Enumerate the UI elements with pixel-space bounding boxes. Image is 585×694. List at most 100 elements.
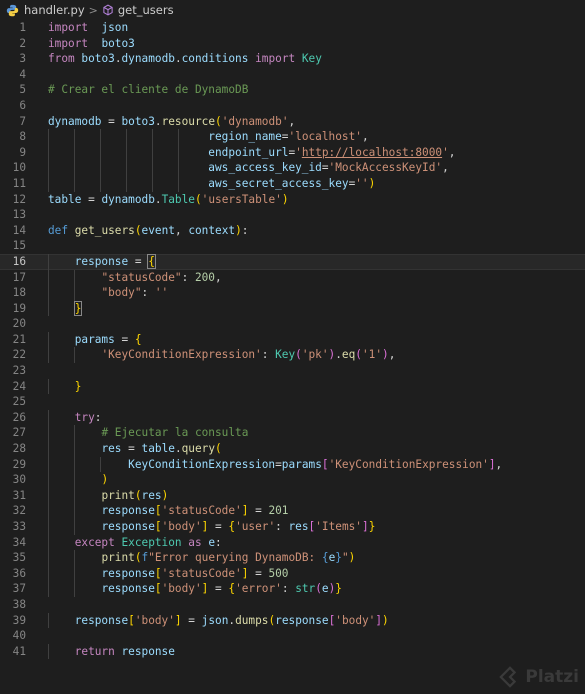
code-line[interactable]: 10 aws_access_key_id='MockAccessKeyId', — [0, 160, 585, 176]
code-line[interactable]: 41 return response — [0, 643, 585, 660]
code-line[interactable]: 27 # Ejecutar la consulta — [0, 425, 585, 442]
code-line[interactable]: 19 } — [0, 300, 585, 317]
code-text: table = dynamodb.Table('usersTable') — [48, 192, 289, 208]
code-text: import boto3 — [48, 36, 135, 52]
code-token: ( — [315, 582, 322, 596]
code-line[interactable]: 14 def get_users(event, context): — [0, 223, 585, 239]
python-file-icon — [6, 4, 19, 16]
code-line[interactable]: 4 — [0, 67, 585, 83]
code-line[interactable]: 15 — [0, 238, 585, 254]
breadcrumb-file[interactable]: handler.py — [24, 3, 85, 17]
code-line[interactable]: 22 'KeyConditionExpression': Key('pk').e… — [0, 347, 585, 364]
code-text: ) — [48, 472, 108, 488]
code-token: ( — [215, 442, 222, 456]
code-text: "body": '' — [48, 285, 168, 301]
code-token: " — [341, 551, 349, 565]
code-token: e — [321, 582, 329, 596]
code-line[interactable]: 39 response['body'] = json.dumps(respons… — [0, 612, 585, 629]
code-token: 201 — [268, 504, 289, 518]
code-line[interactable]: 24 } — [0, 378, 585, 395]
code-line[interactable]: 31 print(res) — [0, 487, 585, 504]
code-token: KeyConditionExpression — [128, 457, 276, 471]
code-line[interactable]: 3 from boto3.dynamodb.conditions import K… — [0, 51, 585, 67]
line-number: 24 — [12, 379, 26, 393]
code-line[interactable]: 35 print(f"Error querying DynamoDB: {e}"… — [0, 550, 585, 566]
code-line[interactable]: 34 except Exception as e: — [0, 534, 585, 551]
line-number: 38 — [12, 597, 26, 611]
code-line[interactable]: 37 response['body'] = {'error': str(e)} — [0, 581, 585, 597]
code-token: [ — [154, 504, 162, 518]
code-token: ] — [174, 613, 182, 627]
code-line[interactable]: 6 — [0, 98, 585, 114]
line-number: 39 — [12, 613, 26, 627]
code-token: ' — [442, 145, 449, 159]
code-token: = — [181, 613, 202, 627]
code-line[interactable]: 11 aws_secret_access_key='') — [0, 175, 585, 192]
code-token: Key — [301, 52, 322, 66]
code-text: import json — [48, 20, 128, 36]
code-line[interactable]: 36 response['statusCode'] = 500 — [0, 565, 585, 582]
code-line[interactable]: 23 — [0, 363, 585, 379]
code-line[interactable]: 26 try: — [0, 409, 585, 426]
code-token: 'body' — [335, 613, 376, 627]
code-token: : — [275, 520, 289, 533]
code-line[interactable]: 5 # Crear el cliente de DynamoDB — [0, 82, 585, 98]
line-number: 1 — [19, 21, 26, 34]
line-number: 22 — [12, 348, 26, 362]
code-token: response — [101, 520, 155, 533]
code-token: boto3 — [101, 36, 135, 50]
code-text: aws_access_key_id='MockAccessKeyId', — [48, 160, 448, 176]
code-line[interactable]: 9 endpoint_url='http://localhost:8000', — [0, 144, 585, 161]
code-line[interactable]: 17 "statusCode": 200, — [0, 269, 585, 286]
code-token: ( — [134, 551, 142, 565]
code-text: # Crear el cliente de DynamoDB — [48, 82, 248, 98]
breadcrumb-symbol[interactable]: get_users — [118, 3, 174, 17]
code-token: = — [321, 161, 329, 175]
code-editor[interactable]: 1 import json 2 import boto3 3 from boto3.dyn… — [0, 20, 585, 694]
code-line[interactable]: 7 dynamodb = boto3.resource('dynamodb', — [0, 114, 585, 130]
code-line[interactable]: 30 ) — [0, 472, 585, 488]
code-token: Exception — [121, 535, 182, 549]
code-line[interactable]: 2 import boto3 — [0, 36, 585, 52]
code-line[interactable]: 32 response['statusCode'] = 201 — [0, 503, 585, 519]
code-token: import — [48, 36, 89, 50]
code-line[interactable]: 8 region_name='localhost', — [0, 129, 585, 145]
code-line[interactable]: 12 table = dynamodb.Table('usersTable') — [0, 192, 585, 208]
code-line[interactable]: 29 KeyConditionExpression=params['KeyCon… — [0, 456, 585, 473]
code-line[interactable]: 28 res = table.query( — [0, 441, 585, 457]
code-token: ( — [134, 223, 142, 237]
code-line[interactable]: 40 — [0, 628, 585, 644]
code-token: . — [154, 192, 162, 206]
code-line[interactable]: 21 params = { — [0, 331, 585, 348]
line-number: 26 — [12, 410, 26, 424]
line-number: 4 — [19, 67, 26, 81]
code-token: : — [181, 270, 195, 284]
code-token: { — [321, 551, 329, 565]
code-token: , — [388, 348, 396, 362]
code-line[interactable]: 1 import json — [0, 20, 585, 36]
code-token: : — [141, 286, 155, 300]
line-number: 12 — [12, 192, 26, 206]
code-line[interactable]: 16 response = { — [0, 253, 585, 270]
code-line[interactable]: 13 — [0, 207, 585, 223]
code-line[interactable]: 38 — [0, 597, 585, 613]
code-token: import — [255, 52, 296, 66]
code-token: ( — [194, 192, 202, 206]
code-text: endpoint_url='http://localhost:8000', — [48, 145, 455, 161]
code-line[interactable]: 20 — [0, 316, 585, 332]
code-token: Table — [161, 192, 195, 206]
code-text: response['statusCode'] = 500 — [48, 566, 288, 582]
code-line[interactable]: 33 response['body'] = {'user': res['Item… — [0, 519, 585, 535]
line-number: 36 — [12, 566, 26, 580]
code-line[interactable]: 25 — [0, 394, 585, 410]
line-number: 8 — [19, 130, 26, 144]
code-line[interactable]: 18 "body": '' — [0, 285, 585, 301]
